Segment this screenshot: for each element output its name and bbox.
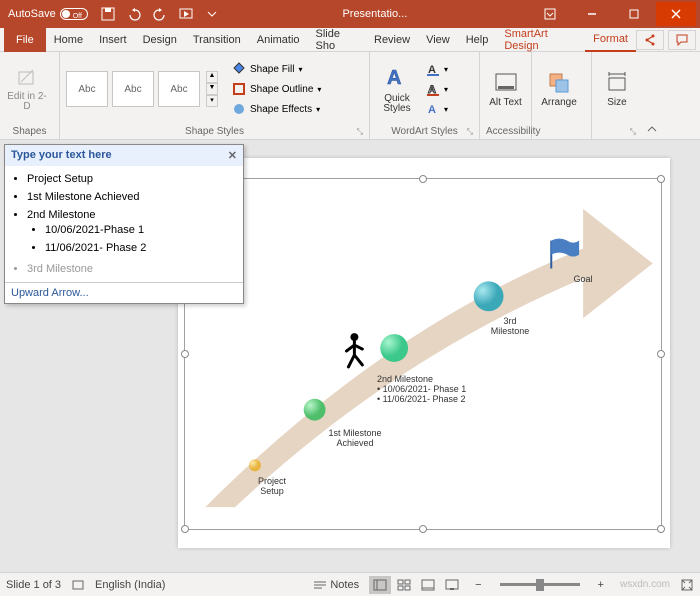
shape-style-preset-2[interactable]: Abc	[112, 71, 154, 107]
gallery-up-icon[interactable]: ▲	[206, 71, 218, 83]
share-icon[interactable]	[636, 30, 664, 50]
svg-text:A: A	[428, 104, 436, 116]
autosave-toggle[interactable]: AutoSave Off	[4, 8, 92, 20]
gallery-more-icon[interactable]: ▾	[206, 95, 218, 107]
list-item[interactable]: 11/06/2021- Phase 2	[45, 239, 235, 257]
slide-canvas[interactable]: Project Setup 1st MilestoneAchieved 2nd …	[178, 158, 670, 548]
slide-workspace: Type your text here ✕ Project Setup 1st …	[0, 140, 700, 572]
shape-effects-button[interactable]: Shape Effects▾	[228, 100, 325, 118]
zoom-slider[interactable]	[500, 583, 580, 586]
fit-window-icon[interactable]	[680, 578, 694, 592]
autosave-label: AutoSave	[8, 8, 56, 20]
shape-outline-button[interactable]: Shape Outline▾	[228, 80, 325, 98]
edit-2d-button[interactable]: Edit in 2-D	[6, 66, 48, 112]
smartart-selection[interactable]: Project Setup 1st MilestoneAchieved 2nd …	[184, 178, 662, 530]
toggle-switch[interactable]: Off	[60, 8, 88, 20]
sorter-view-icon[interactable]	[393, 576, 415, 594]
group-size-label: ⤡	[598, 124, 636, 139]
slideshow-view-icon[interactable]	[441, 576, 463, 594]
spellcheck-icon[interactable]	[71, 578, 85, 592]
size-button[interactable]: Size	[598, 70, 636, 108]
watermark: wsxdn.com	[620, 579, 670, 590]
goal-label: Goal	[563, 275, 603, 285]
status-bar: Slide 1 of 3 English (India) Notes − + w…	[0, 572, 700, 596]
reading-view-icon[interactable]	[417, 576, 439, 594]
tab-smartart-design[interactable]: SmartArt Design	[496, 28, 585, 52]
milestone-label-3: 2nd Milestone • 10/06/2021- Phase 1 • 11…	[377, 375, 497, 405]
tab-insert[interactable]: Insert	[91, 28, 135, 52]
quick-access-toolbar	[100, 6, 220, 22]
normal-view-icon[interactable]	[369, 576, 391, 594]
language-indicator[interactable]: English (India)	[95, 579, 165, 591]
text-pane-footer: Upward Arrow...	[5, 282, 243, 303]
tab-file[interactable]: File	[4, 28, 46, 52]
tab-design[interactable]: Design	[135, 28, 185, 52]
ribbon-tabs: File Home Insert Design Transition Anima…	[0, 28, 700, 52]
milestone-label-1: Project Setup	[247, 477, 297, 497]
tab-view[interactable]: View	[418, 28, 458, 52]
tab-animations[interactable]: Animatio	[249, 28, 308, 52]
smartart-text-pane[interactable]: Type your text here ✕ Project Setup 1st …	[4, 144, 244, 304]
gallery-down-icon[interactable]: ▼	[206, 83, 218, 95]
slide-counter[interactable]: Slide 1 of 3	[6, 579, 61, 591]
zoom-thumb[interactable]	[536, 579, 544, 591]
shape-style-preset-1[interactable]: Abc	[66, 71, 108, 107]
text-pane-list[interactable]: Project Setup 1st Milestone Achieved 2nd…	[5, 166, 243, 282]
tab-format[interactable]: Format	[585, 28, 636, 52]
chevron-down-icon[interactable]	[204, 6, 220, 22]
undo-icon[interactable]	[126, 6, 142, 22]
list-item[interactable]: 3rd Milestone	[27, 260, 235, 278]
text-fill-button[interactable]: A▾	[422, 60, 452, 78]
text-outline-button[interactable]: A▾	[422, 80, 452, 98]
ribbon-options-icon[interactable]	[530, 2, 570, 26]
list-item[interactable]: 1st Milestone Achieved	[27, 188, 235, 206]
slideshow-icon[interactable]	[178, 6, 194, 22]
notes-button[interactable]: Notes	[313, 579, 359, 591]
close-icon[interactable]	[656, 2, 696, 26]
arrange-button[interactable]: Arrange	[538, 70, 580, 108]
list-item[interactable]: Project Setup	[27, 170, 235, 188]
tab-slideshow[interactable]: Slide Sho	[308, 28, 366, 52]
redo-icon[interactable]	[152, 6, 168, 22]
comments-icon[interactable]	[668, 30, 696, 50]
quick-styles-button[interactable]: A Quick Styles	[376, 64, 418, 114]
collapse-ribbon-icon[interactable]	[642, 52, 662, 139]
text-pane-header: Type your text here ✕	[5, 145, 243, 166]
tab-help[interactable]: Help	[458, 28, 497, 52]
shape-style-preset-3[interactable]: Abc	[158, 71, 200, 107]
milestone-label-2: 1st MilestoneAchieved	[320, 429, 390, 449]
minimize-icon[interactable]	[572, 2, 612, 26]
zoom-in-icon[interactable]: +	[596, 579, 606, 591]
alt-text-button[interactable]: Alt Text	[486, 70, 525, 108]
tab-review[interactable]: Review	[366, 28, 418, 52]
svg-text:A: A	[387, 67, 401, 89]
document-title: Presentatio...	[220, 8, 530, 20]
text-pane-close-icon[interactable]: ✕	[228, 149, 237, 162]
group-shape-styles-label: Shape Styles⤡	[66, 124, 363, 139]
save-icon[interactable]	[100, 6, 116, 22]
view-buttons	[369, 576, 463, 594]
zoom-out-icon[interactable]: −	[473, 579, 483, 591]
group-wordart-label: WordArt Styles⤡	[376, 124, 473, 139]
list-item[interactable]: 10/06/2021-Phase 1	[45, 221, 235, 239]
list-item[interactable]: 2nd Milestone 10/06/2021-Phase 1 11/06/2…	[27, 206, 235, 260]
group-accessibility-label: Accessibility	[486, 124, 525, 139]
title-bar: AutoSave Off Presentatio...	[0, 0, 700, 28]
text-effects-button[interactable]: A▾	[422, 100, 452, 118]
milestone-label-4: 3rdMilestone	[480, 317, 540, 337]
shape-fill-button[interactable]: Shape Fill▾	[228, 60, 325, 78]
tab-home[interactable]: Home	[46, 28, 91, 52]
group-shapes-label: Shapes	[6, 124, 53, 139]
maximize-icon[interactable]	[614, 2, 654, 26]
group-arrange-label	[538, 124, 585, 139]
tab-transitions[interactable]: Transition	[185, 28, 249, 52]
ribbon: Edit in 2-D Shapes Abc Abc Abc ▲ ▼ ▾ Sha…	[0, 52, 700, 140]
window-controls	[530, 2, 696, 26]
